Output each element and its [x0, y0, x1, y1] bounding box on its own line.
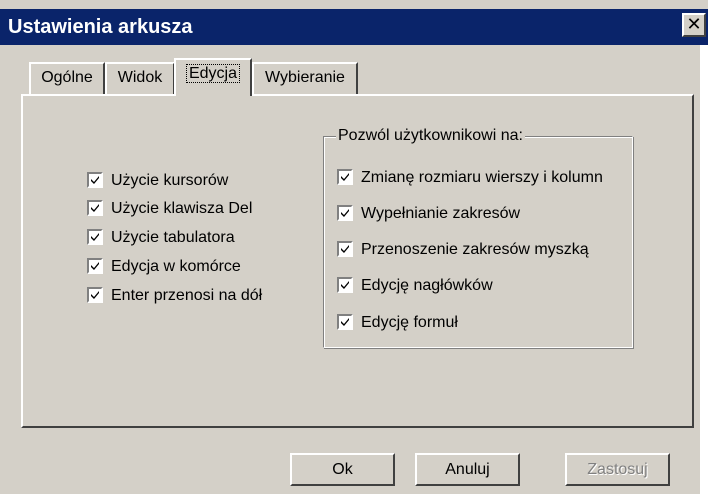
check-icon — [91, 291, 99, 299]
option-label: Edycja w komórce — [111, 258, 241, 275]
checkbox[interactable] — [87, 172, 103, 188]
tab-ogolne[interactable]: Ogólne — [29, 62, 105, 94]
apply-button[interactable]: Zastosuj — [565, 453, 670, 486]
check-icon — [341, 318, 349, 326]
close-icon: ✕ — [686, 14, 702, 34]
check-icon — [341, 209, 349, 217]
checkbox[interactable] — [337, 169, 353, 185]
check-icon — [91, 176, 99, 184]
ok-button[interactable]: Ok — [290, 453, 395, 486]
settings-dialog: Ustawienia arkusza ✕ Ogólne Widok Edycja… — [0, 0, 708, 504]
tab-label: Edycja — [185, 64, 241, 83]
check-icon — [91, 204, 99, 212]
checkbox[interactable] — [87, 287, 103, 303]
check-icon — [341, 245, 349, 253]
checkbox[interactable] — [87, 229, 103, 245]
option-label: Enter przenosi na dół — [111, 287, 263, 304]
check-icon — [341, 173, 349, 181]
checkbox[interactable] — [337, 205, 353, 221]
tab-label: Wybieranie — [265, 69, 345, 86]
cancel-button[interactable]: Anuluj — [415, 453, 520, 486]
window-title: Ustawienia arkusza — [8, 16, 193, 38]
tab-edycja[interactable]: Edycja — [174, 58, 252, 96]
checkbox[interactable] — [87, 258, 103, 274]
title-bar: Ustawienia arkusza — [0, 9, 708, 45]
bottom-margin — [0, 494, 708, 504]
option-label: Edycję formuł — [361, 314, 458, 331]
tab-widok[interactable]: Widok — [105, 62, 175, 94]
close-button[interactable]: ✕ — [682, 13, 706, 37]
checkbox[interactable] — [337, 314, 353, 330]
tab-label: Widok — [117, 69, 163, 86]
option-label: Wypełnianie zakresów — [361, 205, 521, 222]
check-icon — [91, 262, 99, 270]
check-icon — [341, 281, 349, 289]
option-label: Użycie tabulatora — [111, 229, 235, 246]
option-label: Przenoszenie zakresów myszką — [361, 241, 589, 258]
check-icon — [91, 233, 99, 241]
option-label: Edycję nagłówków — [361, 277, 493, 294]
checkbox[interactable] — [87, 200, 103, 216]
option-label: Użycie klawisza Del — [111, 200, 253, 217]
checkbox[interactable] — [337, 241, 353, 257]
option-label: Użycie kursorów — [111, 172, 229, 189]
tab-wybieranie[interactable]: Wybieranie — [252, 62, 358, 94]
tab-label: Ogólne — [41, 69, 93, 86]
option-label: Zmianę rozmiaru wierszy i kolumn — [361, 169, 603, 186]
groupbox-title: Pozwól użytkownikowi na: — [336, 126, 525, 146]
right-margin — [700, 45, 708, 504]
checkbox[interactable] — [337, 277, 353, 293]
